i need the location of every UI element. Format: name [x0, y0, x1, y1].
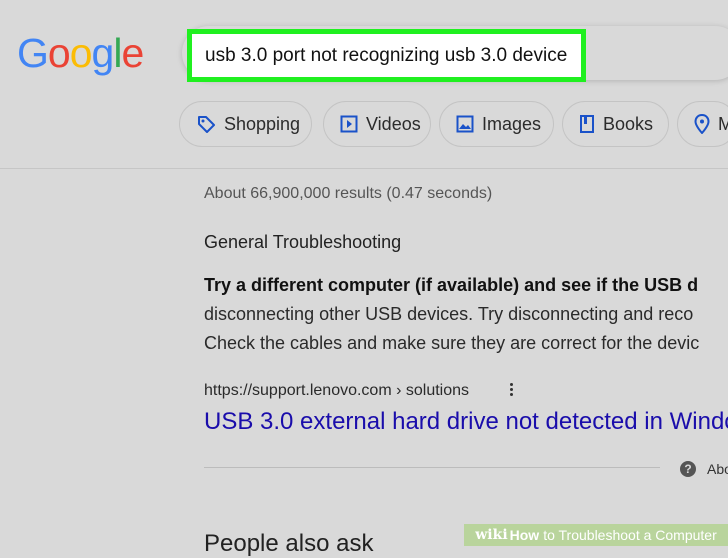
snippet-line: Check the cables and make sure they are …: [204, 333, 700, 353]
featured-snippet-title: General Troubleshooting: [204, 232, 402, 252]
logo-letter: o: [69, 30, 93, 76]
wikihow-title: to Troubleshoot a Computer: [543, 527, 717, 543]
snippet-line: disconnecting other USB devices. Try dis…: [204, 304, 694, 324]
logo-letter: G: [17, 30, 49, 76]
snippet-divider: [204, 467, 660, 468]
logo-letter: l: [113, 30, 122, 76]
logo-letter: o: [47, 30, 71, 76]
book-icon: [580, 115, 594, 133]
wikihow-banner: wiki How to Troubleshoot a Computer: [464, 524, 728, 546]
chip-label: M: [718, 113, 728, 134]
map-pin-icon: [694, 114, 710, 134]
chip-label: Books: [603, 113, 654, 134]
tag-icon: [198, 116, 215, 133]
people-also-ask-heading: People also ask: [204, 530, 374, 557]
chip-label: Videos: [366, 113, 421, 134]
result-title-link[interactable]: USB 3.0 external hard drive not detected…: [204, 408, 728, 436]
play-icon: [340, 115, 358, 133]
search-highlight: usb 3.0 port not recognizing usb 3.0 dev…: [187, 29, 586, 82]
result-url[interactable]: https://support.lenovo.com › solutions: [204, 382, 469, 400]
logo-letter: g: [91, 30, 115, 76]
chip-images[interactable]: Images: [439, 101, 554, 147]
result-stats: About 66,900,000 results (0.47 seconds): [204, 185, 493, 202]
chip-label: Images: [482, 113, 542, 134]
chip-label: Shopping: [224, 113, 301, 134]
help-icon[interactable]: ?: [680, 461, 696, 477]
search-input[interactable]: usb 3.0 port not recognizing usb 3.0 dev…: [192, 34, 581, 77]
header-divider: [0, 168, 728, 169]
chip-videos[interactable]: Videos: [323, 101, 431, 147]
search-query-text: usb 3.0 port not recognizing usb 3.0 dev…: [205, 44, 568, 66]
wikihow-wiki: wiki: [475, 527, 508, 543]
snippet-bold-line: Try a different computer (if available) …: [204, 275, 699, 295]
chip-books[interactable]: Books: [562, 101, 669, 147]
chip-shopping[interactable]: Shopping: [179, 101, 312, 147]
logo-letter: e: [121, 30, 144, 76]
more-options-icon[interactable]: [506, 381, 516, 399]
featured-snippet-body: Try a different computer (if available) …: [204, 271, 728, 358]
chip-maps[interactable]: M: [677, 101, 728, 147]
google-logo[interactable]: Google: [17, 30, 144, 76]
about-featured-snippets[interactable]: Abo: [707, 461, 728, 477]
wikihow-how: How: [509, 527, 540, 543]
image-icon: [456, 115, 474, 133]
